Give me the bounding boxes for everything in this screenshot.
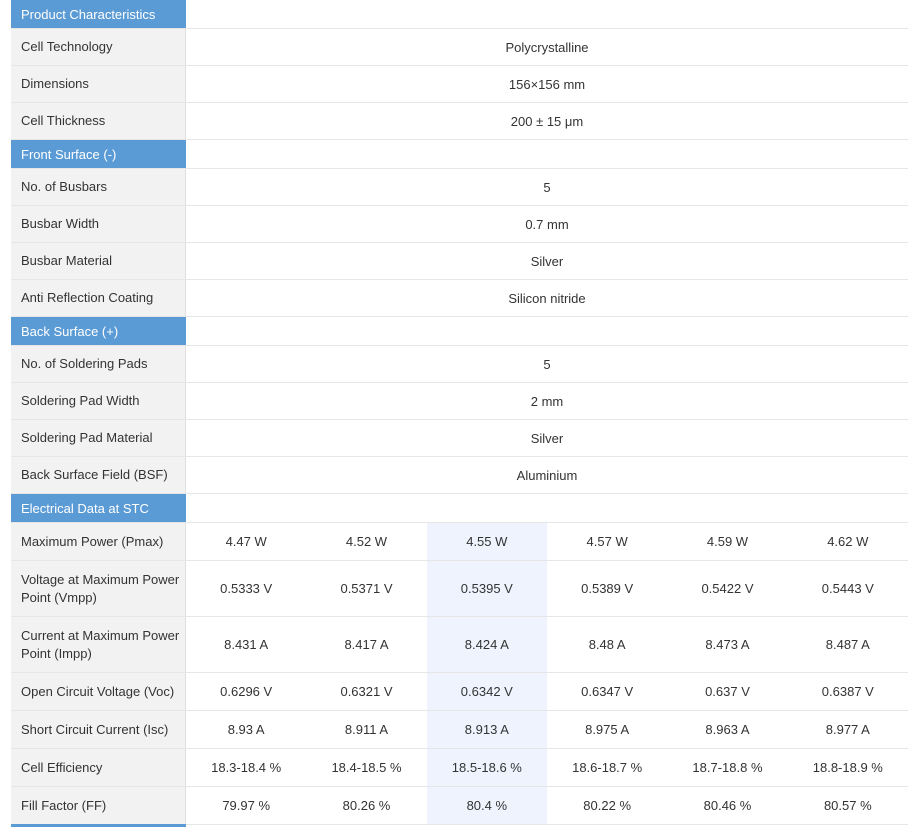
spec-label: Cell Technology	[11, 29, 186, 65]
spec-row-busbar-width: Busbar Width 0.7 mm	[11, 206, 908, 243]
spec-row-pad-width: Soldering Pad Width 2 mm	[11, 383, 908, 420]
spec-label: No. of Busbars	[11, 169, 186, 205]
value-cell: 8.977 A	[825, 722, 870, 737]
elec-row-pmax: Maximum Power (Pmax) 4.47 W 4.52 W 4.55 …	[11, 523, 908, 561]
section-header-electrical: Electrical Data at STC	[11, 494, 908, 523]
spec-row-dimensions: Dimensions 156×156 mm	[11, 66, 908, 103]
spec-value: 0.7 mm	[525, 216, 569, 232]
value-cell-highlighted: 18.5-18.6 %	[426, 749, 547, 786]
value-cell: 4.62 W	[827, 534, 869, 549]
spec-row-cell-thickness: Cell Thickness 200 ± 15 μm	[11, 103, 908, 140]
section-title: Electrical Data at STC	[11, 494, 186, 522]
value-cell: 80.26 %	[342, 798, 391, 813]
spec-value: 2 mm	[530, 393, 564, 409]
value-cell-highlighted: 8.424 A	[426, 617, 547, 672]
elec-row-efficiency: Cell Efficiency 18.3-18.4 % 18.4-18.5 % …	[11, 749, 908, 787]
spec-label: Anti Reflection Coating	[11, 280, 186, 316]
spec-label: Busbar Width	[11, 206, 186, 242]
value-cell: 4.52 W	[345, 534, 388, 549]
value-cell-highlighted: 8.913 A	[426, 711, 547, 748]
section-title: Back Surface (+)	[11, 317, 186, 345]
value-cell: 80.57 %	[823, 798, 872, 813]
value-cell: 8.93 A	[227, 722, 265, 737]
value-cell: 8.963 A	[705, 722, 750, 737]
value-cell-highlighted: 4.55 W	[426, 523, 547, 560]
value-cell: 0.5333 V	[220, 581, 273, 596]
section-title: Product Characteristics	[11, 0, 186, 28]
spec-value: 156×156 mm	[508, 76, 586, 92]
elec-row-vmpp: Voltage at Maximum Power Point (Vmpp) 0.…	[11, 561, 908, 617]
spec-label: Soldering Pad Material	[11, 420, 186, 456]
section-header-front-surface: Front Surface (-)	[11, 140, 908, 169]
spec-value: Polycrystalline	[505, 39, 589, 55]
spec-label: Current at Maximum Power Point (Impp)	[11, 617, 186, 672]
value-cell: 0.5422 V	[701, 581, 754, 596]
spec-label: Cell Thickness	[11, 103, 186, 139]
value-cell: 8.48 A	[588, 637, 626, 652]
spec-label: No. of Soldering Pads	[11, 346, 186, 382]
spec-label: Open Circuit Voltage (Voc)	[11, 673, 186, 710]
elec-row-impp: Current at Maximum Power Point (Impp) 8.…	[11, 617, 908, 673]
spec-row-pad-material: Soldering Pad Material Silver	[11, 420, 908, 457]
elec-row-isc: Short Circuit Current (Isc) 8.93 A 8.911…	[11, 711, 908, 749]
spec-label: Maximum Power (Pmax)	[11, 523, 186, 560]
value-cell: 0.5371 V	[340, 581, 393, 596]
value-cell: 80.22 %	[583, 798, 631, 813]
value-cell: 18.8-18.9 %	[812, 760, 883, 775]
spec-value: 5	[543, 179, 551, 195]
spec-row-bsf: Back Surface Field (BSF) Aluminium	[11, 457, 908, 494]
elec-row-fill-factor: Fill Factor (FF) 79.97 % 80.26 % 80.4 % …	[11, 787, 908, 825]
spec-label: Cell Efficiency	[11, 749, 186, 786]
value-cell: 0.6296 V	[220, 684, 273, 699]
value-cell: 8.487 A	[825, 637, 870, 652]
section-title: Front Surface (-)	[11, 140, 186, 168]
elec-row-voc: Open Circuit Voltage (Voc) 0.6296 V 0.63…	[11, 673, 908, 711]
value-cell: 18.6-18.7 %	[572, 760, 643, 775]
spec-label: Soldering Pad Width	[11, 383, 186, 419]
value-cell: 18.4-18.5 %	[331, 760, 402, 775]
value-cell: 4.57 W	[586, 534, 628, 549]
value-cell: 0.5389 V	[581, 581, 634, 596]
spec-value: 5	[543, 356, 551, 372]
spec-row-cell-technology: Cell Technology Polycrystalline	[11, 29, 908, 66]
section-header-product: Product Characteristics	[11, 0, 908, 29]
value-cell: 0.5443 V	[821, 581, 874, 596]
spec-row-anti-reflection: Anti Reflection Coating Silicon nitride	[11, 280, 908, 317]
spec-label: Fill Factor (FF)	[11, 787, 186, 824]
value-cell: 8.417 A	[344, 637, 389, 652]
value-cell: 8.911 A	[344, 722, 389, 737]
value-cell: 18.3-18.4 %	[211, 760, 282, 775]
spec-value: 200 ± 15 μm	[510, 113, 584, 129]
spec-value: Silver	[530, 430, 564, 446]
spec-value: Silver	[530, 253, 564, 269]
value-cell: 0.6347 V	[581, 684, 634, 699]
value-cell-highlighted: 0.5395 V	[426, 561, 547, 616]
spec-label: Busbar Material	[11, 243, 186, 279]
value-cell: 8.431 A	[224, 637, 269, 652]
spec-value: Silicon nitride	[508, 290, 586, 306]
value-cell: 8.473 A	[705, 637, 750, 652]
spec-label: Back Surface Field (BSF)	[11, 457, 186, 493]
value-cell: 0.637 V	[705, 684, 750, 699]
spec-label: Dimensions	[11, 66, 186, 102]
value-cell-highlighted: 80.4 %	[426, 787, 547, 824]
spec-label: Voltage at Maximum Power Point (Vmpp)	[11, 561, 186, 616]
value-cell: 0.6321 V	[340, 684, 393, 699]
value-cell: 18.7-18.8 %	[692, 760, 763, 775]
spec-row-soldering-pads: No. of Soldering Pads 5	[11, 346, 908, 383]
spec-row-busbar-material: Busbar Material Silver	[11, 243, 908, 280]
spec-row-busbars: No. of Busbars 5	[11, 169, 908, 206]
value-cell: 79.97 %	[222, 798, 271, 813]
value-cell: 80.46 %	[703, 798, 752, 813]
value-cell: 8.975 A	[585, 722, 630, 737]
value-cell-highlighted: 0.6342 V	[426, 673, 547, 710]
value-cell: 0.6387 V	[821, 684, 874, 699]
spec-table: Product Characteristics Cell Technology …	[11, 0, 908, 825]
value-cell: 4.47 W	[225, 534, 267, 549]
value-cell: 4.59 W	[706, 534, 749, 549]
spec-value: Aluminium	[516, 467, 578, 483]
spec-label: Short Circuit Current (Isc)	[11, 711, 186, 748]
section-header-back-surface: Back Surface (+)	[11, 317, 908, 346]
